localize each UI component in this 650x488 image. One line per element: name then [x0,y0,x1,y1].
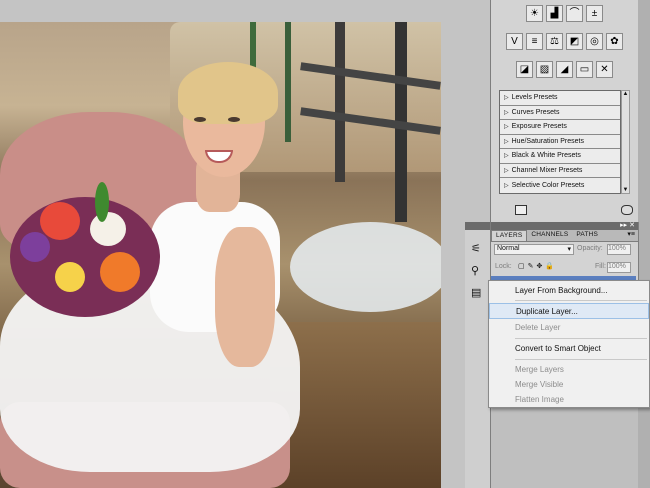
expand-triangle-icon: ▷ [504,153,509,160]
menu-separator [515,338,647,339]
adjustment-icons-row-3: ◪ ▨ ◢ ▭ ✕ [491,61,638,81]
dark-post [335,22,345,182]
menu-item-merge-visible[interactable]: Merge Visible [489,377,649,393]
adjustment-icons-row-2: V ≡ ⚖ ◩ ◎ ✿ [491,33,638,53]
adjustments-footer [491,200,638,222]
color-balance-icon[interactable]: ⚖ [546,33,563,50]
menu-item-layer-from-background[interactable]: Layer From Background... [489,283,649,299]
brush-preset-icon[interactable]: ⚲ [471,264,479,277]
preset-levels[interactable]: ▷ Levels Presets [500,91,620,106]
adjustments-panel: ☀ ▟ ⌒ ± V ≡ ⚖ ◩ ◎ ✿ ◪ ▨ ◢ ▭ ✕ ▷ Levels Pr… [490,0,639,222]
preset-label: Curves Presets [511,108,560,116]
clip-to-layer-icon[interactable] [515,205,527,215]
menu-separator [515,359,647,360]
photo-filter-icon[interactable]: ◎ [586,33,603,50]
menu-item-duplicate-layer[interactable]: Duplicate Layer... [489,303,649,319]
layer-context-menu: Layer From Background... Duplicate Layer… [488,280,650,408]
menu-item-merge-layers[interactable]: Merge Layers [489,362,649,378]
opacity-field[interactable]: 100% [607,244,631,255]
flower-yellow [55,262,85,292]
chevron-down-icon: ▾ [567,246,571,253]
visibility-icon[interactable] [621,205,633,215]
layers-panel: ▸▸ ✕ LAYERS CHANNELS PATHS ▾≡ Normal ▾ Op… [490,222,639,282]
clone-source-icon[interactable]: ▤ [471,286,481,299]
adjustment-presets-list: ▷ Levels Presets ▷ Curves Presets ▷ Exposur… [499,90,621,194]
expand-triangle-icon: ▷ [504,182,509,189]
preset-channel-mixer[interactable]: ▷ Channel Mixer Presets [500,164,620,178]
flower-purple [20,232,50,262]
menu-separator [515,300,647,301]
layer-comps-icon[interactable]: ⚟ [471,242,481,255]
brightness-contrast-icon[interactable]: ☀ [526,5,543,22]
preset-curves[interactable]: ▷ Curves Presets [500,106,620,120]
expand-triangle-icon: ▷ [504,109,509,116]
levels-icon[interactable]: ▟ [546,5,563,22]
posterize-icon[interactable]: ▨ [536,61,553,78]
invert-icon[interactable]: ◪ [516,61,533,78]
expand-triangle-icon: ▷ [504,138,509,145]
adjustment-icons-row-1: ☀ ▟ ⌒ ± [491,5,638,25]
preset-label: Channel Mixer Presets [511,166,583,174]
leaf [95,182,109,222]
opacity-label: Opacity: [577,245,603,252]
menu-item-convert-smart-object[interactable]: Convert to Smart Object [489,341,649,357]
blend-mode-value: Normal [497,245,520,252]
preset-label: Black & White Presets [511,152,581,160]
arm [215,227,275,367]
snow-patch [290,222,441,312]
preset-black-white[interactable]: ▷ Black & White Presets [500,149,620,164]
expand-triangle-icon: ▷ [504,167,509,174]
threshold-icon[interactable]: ◢ [556,61,573,78]
document-canvas-area[interactable] [0,0,490,488]
curves-icon[interactable]: ⌒ [566,5,583,22]
layers-tabs: LAYERS CHANNELS PATHS ▾≡ [491,230,638,242]
fill-label: Fill: [595,263,606,270]
scroll-up-icon[interactable]: ▲ [622,91,629,97]
flower-red [40,202,80,240]
flower-orange [100,252,140,292]
bride-photo[interactable] [0,22,441,488]
tab-layers[interactable]: LAYERS [491,230,528,241]
selective-color-icon[interactable]: ✕ [596,61,613,78]
preset-label: Selective Color Presets [511,181,585,189]
menu-item-delete-layer[interactable]: Delete Layer [489,320,649,336]
tab-channels[interactable]: CHANNELS [527,230,572,241]
expand-triangle-icon: ▷ [504,95,509,102]
vibrance-icon[interactable]: V [506,33,523,50]
fill-field[interactable]: 100% [607,262,631,273]
green-post-2 [285,22,291,142]
hair [178,62,278,124]
gradient-map-icon[interactable]: ▭ [576,61,593,78]
tab-paths[interactable]: PATHS [572,230,602,241]
preset-label: Hue/Saturation Presets [511,137,584,145]
lock-icons[interactable]: ▢✎✥🔒 [518,262,557,270]
blend-mode-select[interactable]: Normal ▾ [494,244,574,255]
strip-header [465,222,490,230]
right-edge-strip [638,0,650,488]
collapse-icon[interactable]: ▸▸ ✕ [620,221,635,229]
preset-hue-saturation[interactable]: ▷ Hue/Saturation Presets [500,135,620,149]
right-eye [228,117,240,122]
black-white-icon[interactable]: ◩ [566,33,583,50]
menu-item-flatten-image[interactable]: Flatten Image [489,392,649,408]
preset-scrollbar[interactable]: ▲ ▼ [621,90,630,194]
exposure-icon[interactable]: ± [586,5,603,22]
expand-triangle-icon: ▷ [504,124,509,131]
hue-saturation-icon[interactable]: ≡ [526,33,543,50]
panel-menu-icon[interactable]: ▾≡ [627,230,638,241]
preset-label: Exposure Presets [511,123,567,131]
left-eye [194,117,206,122]
preset-selective-color[interactable]: ▷ Selective Color Presets [500,178,620,193]
preset-label: Levels Presets [511,94,558,102]
flower-white [90,212,126,246]
channel-mixer-icon[interactable]: ✿ [606,33,623,50]
layers-panel-titlebar[interactable]: ▸▸ ✕ [491,222,638,230]
preset-exposure[interactable]: ▷ Exposure Presets [500,120,620,135]
scroll-down-icon[interactable]: ▼ [622,187,629,193]
lock-label: Lock: [495,263,512,270]
